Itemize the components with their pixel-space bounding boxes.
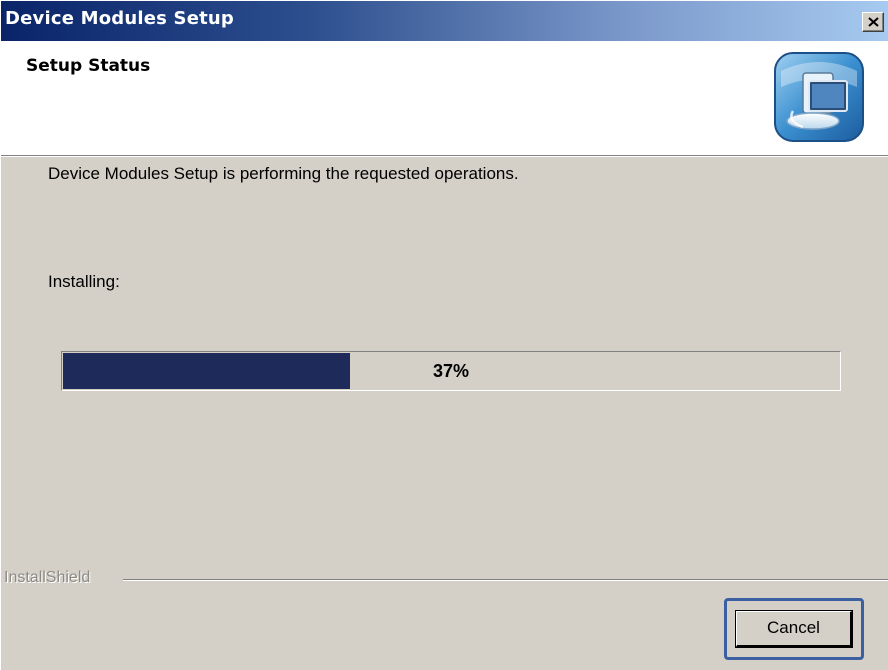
installing-label: Installing: [48, 272, 120, 291]
close-button[interactable] [862, 12, 884, 32]
close-icon [868, 17, 879, 27]
cancel-focus-ring: Cancel [724, 598, 864, 660]
progress-percent: 37% [432, 361, 470, 381]
installshield-brand: InstallShield [4, 569, 91, 586]
progress-bar: 37% [61, 351, 841, 391]
branding-separator: InstallShield [1, 569, 888, 591]
cancel-button[interactable]: Cancel [735, 610, 853, 648]
title-bar[interactable]: Device Modules Setup [1, 1, 888, 41]
status-description: Device Modules Setup is performing the r… [48, 164, 519, 183]
computer-setup-icon [774, 52, 864, 142]
header-panel: Setup Status [1, 41, 888, 156]
setup-dialog: Device Modules Setup Setup Status Device… [0, 0, 888, 670]
page-title: Setup Status [26, 56, 151, 76]
separator-line [123, 579, 888, 581]
window-title: Device Modules Setup [5, 8, 235, 29]
